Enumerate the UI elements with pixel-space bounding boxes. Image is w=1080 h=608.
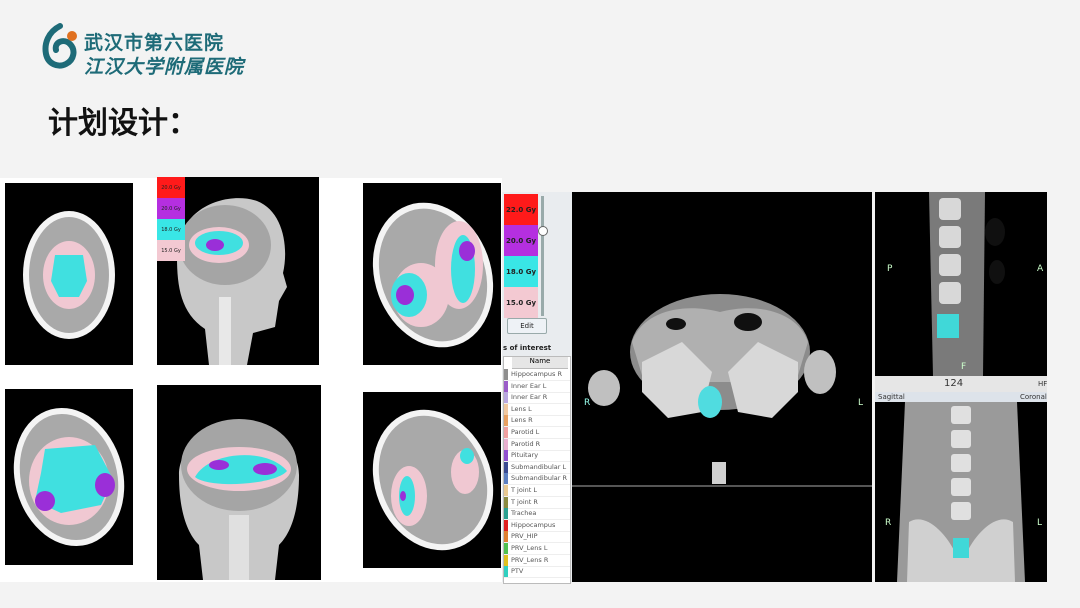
roi-name: Parotid R bbox=[511, 439, 541, 448]
roi-name: PRV_HIP bbox=[511, 532, 538, 541]
axial-scan-3 bbox=[5, 389, 133, 565]
sagittal-foot-label: F bbox=[961, 362, 967, 372]
roi-table: Name Hippocampus R Inner Ear L Inner Ear R… bbox=[503, 356, 571, 584]
roi-color-swatch bbox=[504, 473, 508, 485]
roi-list-item[interactable]: PTV bbox=[504, 566, 570, 579]
roi-color-swatch bbox=[504, 380, 508, 392]
roi-color-swatch bbox=[504, 415, 508, 427]
roi-list-item[interactable]: Lens L bbox=[504, 403, 570, 416]
roi-color-swatch bbox=[504, 392, 508, 404]
roi-list-item[interactable]: T joint L bbox=[504, 485, 570, 497]
roi-name: T joint R bbox=[511, 497, 538, 506]
roi-list-item[interactable]: Parotid R bbox=[504, 438, 570, 451]
roi-color-swatch bbox=[504, 531, 508, 543]
roi-list-item[interactable]: Parotid L bbox=[504, 427, 570, 439]
sagittal-posterior-label: P bbox=[887, 264, 893, 274]
tab-coronal[interactable]: Coronal bbox=[1020, 393, 1047, 401]
tab-sagittal[interactable]: Sagittal bbox=[878, 393, 905, 401]
dose-label: 18.0 Gy bbox=[161, 227, 181, 233]
roi-name: PRV_Lens R bbox=[511, 555, 549, 564]
roi-name: Hippocampus R bbox=[511, 370, 563, 378]
coronal-head-scan bbox=[157, 385, 321, 580]
axial-right-label: R bbox=[584, 398, 591, 408]
dose-label: 22.0 Gy bbox=[505, 206, 537, 214]
axial-pelvis-view[interactable]: R L bbox=[572, 192, 872, 582]
roi-name: T joint L bbox=[511, 486, 537, 494]
sagittal-anterior-label: A bbox=[1037, 264, 1044, 274]
roi-list-item[interactable]: Submandibular L bbox=[504, 461, 570, 474]
coronal-spine-view[interactable]: R L bbox=[875, 402, 1047, 582]
dose-label: 20.0 Gy bbox=[161, 185, 181, 191]
roi-list-item[interactable]: Hippocampus R bbox=[504, 369, 570, 381]
axial-scan-4 bbox=[363, 392, 501, 568]
roi-list-item[interactable]: Lens R bbox=[504, 415, 570, 428]
roi-list-item[interactable]: Submandibular R bbox=[504, 473, 570, 486]
roi-name: Parotid L bbox=[511, 428, 540, 436]
roi-list-item[interactable]: Pituitary bbox=[504, 450, 570, 463]
coronal-left-label: L bbox=[1037, 518, 1043, 528]
roi-name: Submandibular R bbox=[511, 474, 568, 483]
roi-list-item[interactable]: Inner Ear R bbox=[504, 392, 570, 405]
dose-label: 15.0 Gy bbox=[161, 248, 181, 254]
roi-color-swatch bbox=[504, 427, 508, 438]
roi-name: Lens L bbox=[511, 404, 532, 413]
roi-column-header[interactable]: Name bbox=[512, 357, 568, 369]
roi-list-item[interactable]: PRV_Lens R bbox=[504, 554, 570, 567]
roi-color-swatch bbox=[504, 438, 508, 450]
page-title: 计划设计： bbox=[48, 106, 198, 141]
dose-label: 15.0 Gy bbox=[505, 299, 537, 307]
roi-panel-title: s of interest bbox=[503, 344, 552, 352]
edit-button[interactable]: Edit bbox=[507, 318, 547, 334]
roi-name: PTV bbox=[511, 567, 524, 576]
roi-color-swatch bbox=[504, 450, 508, 462]
axial-left-label: L bbox=[858, 398, 864, 408]
roi-color-swatch bbox=[504, 496, 508, 508]
hospital-affiliation: 江汉大学附属医院 bbox=[84, 56, 245, 78]
roi-name: Lens R bbox=[511, 416, 533, 425]
roi-list-item[interactable]: PRV_HIP bbox=[504, 531, 570, 544]
roi-name: Submandibular L bbox=[511, 462, 567, 471]
dose-slider-handle[interactable] bbox=[538, 226, 548, 236]
roi-name: Hippocampus bbox=[511, 520, 556, 529]
roi-color-swatch bbox=[504, 519, 508, 531]
roi-color-swatch bbox=[504, 461, 508, 473]
dose-slider-track[interactable] bbox=[541, 196, 544, 316]
roi-name: Trachea bbox=[511, 509, 537, 518]
roi-name: Inner Ear L bbox=[511, 381, 547, 390]
dose-label: 18.0 Gy bbox=[505, 268, 537, 276]
dose-legend-small: 20.0 Gy 20.0 Gy 18.0 Gy 15.0 Gy bbox=[157, 177, 185, 261]
hospital-name: 武汉市第六医院 bbox=[84, 32, 225, 54]
roi-list-item[interactable]: PRV_Lens L bbox=[504, 543, 570, 555]
roi-color-swatch bbox=[504, 543, 508, 554]
sagittal-spine-view[interactable]: P A F bbox=[875, 192, 1047, 376]
hospital-logo-icon bbox=[42, 23, 77, 69]
coronal-right-label: R bbox=[885, 518, 892, 528]
roi-color-swatch bbox=[504, 403, 508, 415]
dose-label: 20.0 Gy bbox=[505, 237, 537, 245]
slice-number[interactable]: 124 bbox=[944, 378, 963, 389]
roi-list-item[interactable]: Hippocampus bbox=[504, 519, 570, 532]
roi-color-swatch bbox=[504, 508, 508, 520]
roi-color-swatch bbox=[504, 566, 508, 578]
dose-legend-large: 22.0 Gy 20.0 Gy 18.0 Gy 15.0 Gy bbox=[504, 194, 538, 318]
axial-scan-1 bbox=[5, 183, 133, 365]
roi-name: PRV_Lens L bbox=[511, 544, 548, 552]
roi-name: Pituitary bbox=[511, 451, 539, 460]
roi-list-item[interactable]: T joint R bbox=[504, 496, 570, 509]
roi-list-item[interactable]: Inner Ear L bbox=[504, 380, 570, 393]
dose-label: 20.0 Gy bbox=[161, 206, 181, 212]
roi-list-item[interactable]: Trachea bbox=[504, 508, 570, 521]
roi-color-swatch bbox=[504, 369, 508, 380]
axial-scan-2 bbox=[363, 183, 501, 365]
roi-color-swatch bbox=[504, 554, 508, 566]
roi-name: Inner Ear R bbox=[511, 393, 548, 402]
sagittal-hf-label: HF bbox=[1038, 380, 1048, 388]
roi-color-swatch bbox=[504, 485, 508, 496]
